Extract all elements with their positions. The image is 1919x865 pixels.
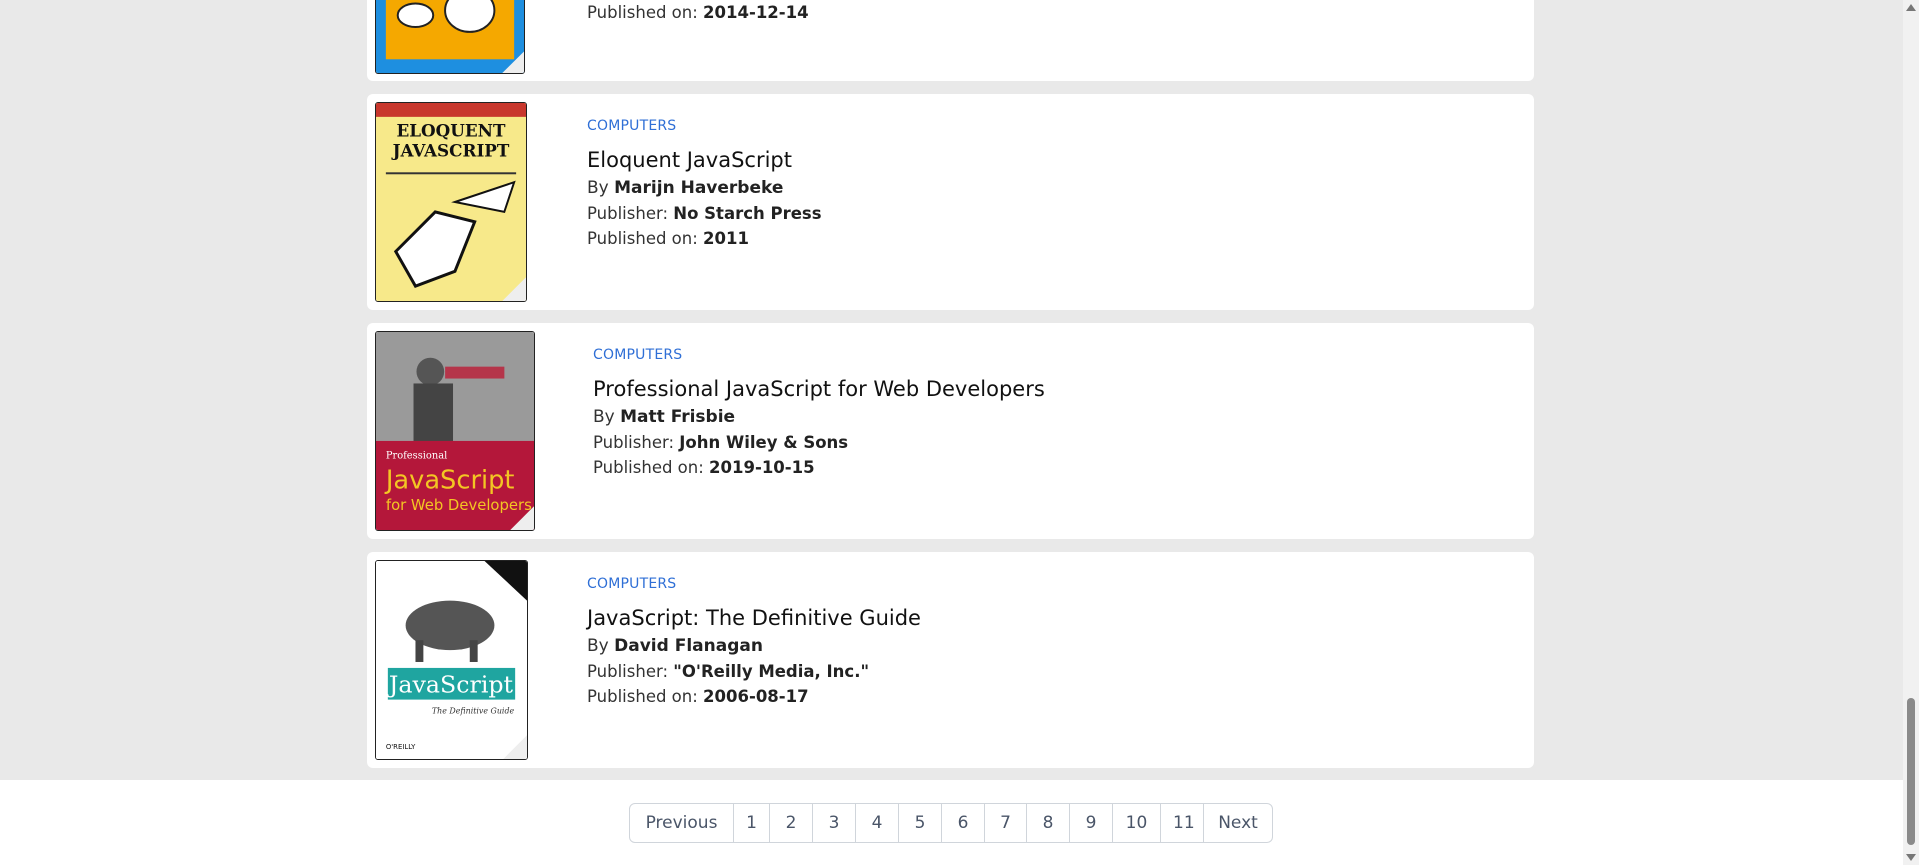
- vertical-scrollbar[interactable]: [1903, 0, 1919, 865]
- next-page-button[interactable]: Next: [1204, 804, 1272, 842]
- published-date: Published on: 2011: [587, 229, 749, 248]
- page-1-button[interactable]: 1: [734, 804, 770, 842]
- page-10-button[interactable]: 10: [1113, 804, 1161, 842]
- book-title[interactable]: Eloquent JavaScript: [587, 146, 822, 174]
- book-cover[interactable]: ELOQUENT JAVASCRIPT: [375, 102, 527, 302]
- page-4-button[interactable]: 4: [856, 804, 899, 842]
- book-publisher: Publisher: John Wiley & Sons: [593, 433, 849, 452]
- scrollbar-thumb[interactable]: [1907, 698, 1915, 845]
- book-author: By Marijn Haverbeke: [587, 178, 784, 198]
- book-category[interactable]: COMPUTERS: [587, 117, 822, 135]
- pagination: Previous 1 2 3 4 5 6 7 8 9 10 11 Next: [629, 803, 1273, 843]
- book-publisher: Publisher: "O'Reilly Media, Inc.": [587, 662, 870, 681]
- book-author: By David Flanagan: [587, 636, 763, 656]
- book-card[interactable]: ELOQUENT JAVASCRIPT COMPUTERS Eloquent J…: [367, 94, 1534, 310]
- page-9-button[interactable]: 9: [1070, 804, 1113, 842]
- book-category[interactable]: COMPUTERS: [587, 575, 921, 593]
- cover-title: JavaScript: [387, 671, 514, 699]
- book-cover[interactable]: [375, 0, 525, 74]
- cover-publisher: O'REILLY: [386, 743, 416, 751]
- page-8-button[interactable]: 8: [1027, 804, 1070, 842]
- cover-subtitle: The Definitive Guide: [432, 706, 515, 715]
- book-publisher: Publisher: No Starch Press: [587, 204, 822, 223]
- book-cover[interactable]: JavaScript The Definitive Guide O'REILLY: [375, 560, 528, 760]
- published-date: Published on: 2006-08-17: [587, 687, 809, 706]
- book-title[interactable]: Professional JavaScript for Web Develope…: [593, 375, 1045, 403]
- previous-page-button[interactable]: Previous: [630, 804, 734, 842]
- book-card[interactable]: Published on: 2014-12-14: [367, 0, 1534, 81]
- book-title[interactable]: JavaScript: The Definitive Guide: [587, 604, 921, 632]
- cover-title-line2: JAVASCRIPT: [391, 140, 510, 160]
- book-card[interactable]: JavaScript The Definitive Guide O'REILLY…: [367, 552, 1534, 768]
- published-date: Published on: 2019-10-15: [593, 458, 815, 477]
- cover-text-3: for Web Developers: [386, 497, 532, 514]
- scroll-up-icon[interactable]: [1906, 4, 1916, 11]
- book-card[interactable]: Professional JavaScript for Web Develope…: [367, 323, 1534, 539]
- page-7-button[interactable]: 7: [985, 804, 1027, 842]
- page-5-button[interactable]: 5: [899, 804, 942, 842]
- page-11-button[interactable]: 11: [1161, 804, 1204, 842]
- published-date: Published on: 2014-12-14: [587, 3, 809, 22]
- cover-text-2: JavaScript: [384, 465, 515, 495]
- book-category[interactable]: COMPUTERS: [593, 346, 1045, 364]
- cover-text-1: Professional: [386, 451, 447, 462]
- scroll-down-icon[interactable]: [1906, 854, 1916, 861]
- book-cover[interactable]: Professional JavaScript for Web Develope…: [375, 331, 535, 531]
- book-author: By Matt Frisbie: [593, 407, 736, 427]
- cover-title-line1: ELOQUENT: [396, 121, 506, 141]
- page-2-button[interactable]: 2: [770, 804, 813, 842]
- page-3-button[interactable]: 3: [813, 804, 856, 842]
- page-6-button[interactable]: 6: [942, 804, 985, 842]
